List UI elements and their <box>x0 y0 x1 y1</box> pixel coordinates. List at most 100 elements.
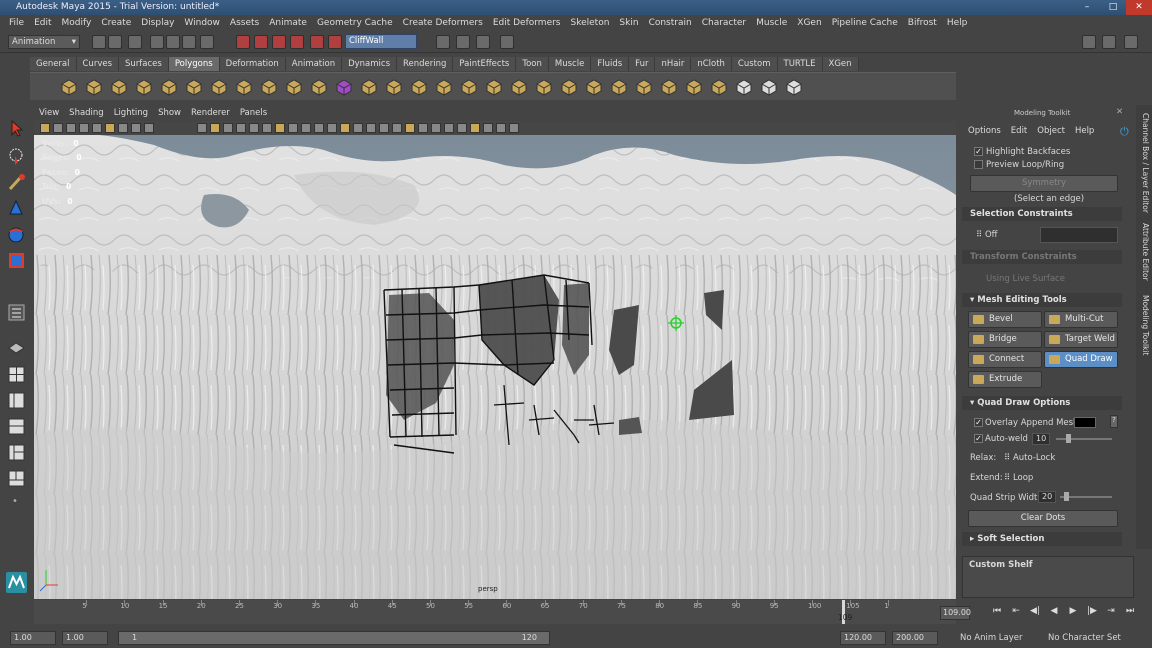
shelf-tool-icon[interactable] <box>760 78 778 96</box>
quad-draw-options-header[interactable]: ▾ Quad Draw Options <box>962 396 1122 410</box>
overlay-append-checkbox[interactable]: ✓ <box>974 418 983 427</box>
viewport-tool-icon[interactable] <box>105 123 115 133</box>
panel-toggle-icon[interactable] <box>1102 35 1116 49</box>
strip-width-slider-handle[interactable] <box>1064 492 1069 501</box>
shelf-tool-icon[interactable] <box>735 78 753 96</box>
multi-cut-button[interactable]: Multi-Cut <box>1044 311 1118 328</box>
viewport-menu-view[interactable]: View <box>34 108 64 118</box>
viewport-tool-icon[interactable] <box>340 123 350 133</box>
connect-button[interactable]: Connect <box>968 351 1042 368</box>
menu-create[interactable]: Create <box>96 18 136 28</box>
status-tool-icon[interactable] <box>272 35 286 49</box>
viewport-tool-icon[interactable] <box>470 123 480 133</box>
shelf-tool-icon[interactable] <box>60 78 78 96</box>
viewport-tool-icon[interactable] <box>210 123 220 133</box>
bevel-button[interactable]: Bevel <box>968 311 1042 328</box>
status-tool-icon[interactable] <box>254 35 268 49</box>
bridge-button[interactable]: Bridge <box>968 331 1042 348</box>
menu-muscle[interactable]: Muscle <box>751 18 792 28</box>
auto-weld-checkbox[interactable]: ✓ <box>974 434 983 443</box>
menu-xgen[interactable]: XGen <box>792 18 826 28</box>
menu-bifrost[interactable]: Bifrost <box>903 18 942 28</box>
status-tool-icon[interactable] <box>310 35 324 49</box>
tab-polygons[interactable]: Polygons <box>168 57 220 71</box>
shelf-tool-icon[interactable] <box>260 78 278 96</box>
toolkit-menu-object[interactable]: Object <box>1037 126 1065 136</box>
shelf-tool-icon[interactable] <box>560 78 578 96</box>
maya-logo-icon[interactable] <box>6 572 27 593</box>
viewport-tool-icon[interactable] <box>144 123 154 133</box>
shelf-tool-icon[interactable] <box>510 78 528 96</box>
viewport-tool-icon[interactable] <box>418 123 428 133</box>
constraint-radio[interactable]: ⠿ Off <box>976 230 997 240</box>
viewport-menu-renderer[interactable]: Renderer <box>186 108 235 118</box>
side-tab[interactable]: Attribute Editor <box>1138 223 1150 281</box>
overlay-color-swatch[interactable] <box>1074 417 1096 428</box>
toolkit-menu-edit[interactable]: Edit <box>1011 126 1027 136</box>
viewport-menu-panels[interactable]: Panels <box>235 108 272 118</box>
menu-skeleton[interactable]: Skeleton <box>566 18 615 28</box>
character-set-selector[interactable]: No Character Set <box>1048 633 1121 643</box>
target-weld-button[interactable]: Target Weld <box>1044 331 1118 348</box>
auto-weld-slider[interactable] <box>1056 438 1112 440</box>
tab-curves[interactable]: Curves <box>76 57 120 71</box>
power-icon[interactable]: ⏻ <box>1120 125 1129 139</box>
playback-button-icon[interactable]: ⏮ <box>990 606 1004 620</box>
panel-toggle-icon[interactable] <box>1124 35 1138 49</box>
playback-button-icon[interactable]: ⇥ <box>1104 606 1118 620</box>
shelf-tool-icon[interactable] <box>610 78 628 96</box>
status-tool-icon[interactable] <box>500 35 514 49</box>
playback-end-field[interactable]: 120.00 <box>840 631 886 645</box>
object-name-field[interactable]: CliffWall <box>345 34 417 49</box>
playback-button-icon[interactable]: ⏭ <box>1123 606 1137 620</box>
viewport-menu-shading[interactable]: Shading <box>64 108 109 118</box>
preview-loop-checkbox[interactable] <box>974 160 983 169</box>
menu-edit[interactable]: Edit <box>29 18 56 28</box>
auto-weld-slider-handle[interactable] <box>1066 434 1071 443</box>
time-slider[interactable]: 5 10 15 20 25 30 35 40 45 50 55 60 65 70 75 80 85 90 95 100… <box>34 600 956 624</box>
tab-xgen[interactable]: XGen <box>822 57 859 71</box>
menu-create-deformers[interactable]: Create Deformers <box>398 18 488 28</box>
constraint-field[interactable] <box>1040 227 1118 243</box>
status-tool-icon[interactable] <box>456 35 470 49</box>
outliner-layout-icon[interactable] <box>6 390 27 411</box>
menu-help[interactable]: Help <box>942 18 973 28</box>
shelf-tool-icon[interactable] <box>310 78 328 96</box>
menu-edit-deformers[interactable]: Edit Deformers <box>488 18 566 28</box>
graph-layout-icon[interactable] <box>6 416 27 437</box>
panel-toggle-icon[interactable] <box>1082 35 1096 49</box>
transform-constraints-header[interactable]: Transform Constraints <box>962 250 1122 264</box>
viewport-tool-icon[interactable] <box>405 123 415 133</box>
tab-toon[interactable]: Toon <box>516 57 549 71</box>
tab-fluids[interactable]: Fluids <box>591 57 630 71</box>
shelf-tool-icon[interactable] <box>285 78 303 96</box>
shelf-tool-icon[interactable] <box>410 78 428 96</box>
viewport-tool-icon[interactable] <box>431 123 441 133</box>
menu-modify[interactable]: Modify <box>57 18 97 28</box>
tab-muscle[interactable]: Muscle <box>548 57 592 71</box>
shelf-tool-icon[interactable] <box>210 78 228 96</box>
strip-width-field[interactable]: 20 <box>1038 491 1056 503</box>
menu-character[interactable]: Character <box>697 18 751 28</box>
viewport-menu-lighting[interactable]: Lighting <box>109 108 153 118</box>
extend-option[interactable]: ⠿ Loop <box>1004 473 1033 483</box>
tab-dynamics[interactable]: Dynamics <box>342 57 398 71</box>
playback-button-icon[interactable]: ◀ <box>1047 606 1061 620</box>
shelf-tool-icon[interactable] <box>360 78 378 96</box>
menu-file[interactable]: File <box>4 18 29 28</box>
tab-deformation[interactable]: Deformation <box>219 57 286 71</box>
tab-surfaces[interactable]: Surfaces <box>119 57 169 71</box>
side-tab[interactable]: Channel Box / Layer Editor <box>1138 113 1150 213</box>
shelf-tool-icon[interactable] <box>585 78 603 96</box>
shelf-tool-icon[interactable] <box>110 78 128 96</box>
viewport-menu-show[interactable]: Show <box>153 108 186 118</box>
persp-graph-layout-icon[interactable] <box>6 468 27 489</box>
playback-button-icon[interactable]: ⇤ <box>1009 606 1023 620</box>
single-layout-icon[interactable] <box>6 338 27 359</box>
scale-tool-icon[interactable] <box>6 250 27 271</box>
tab-animation[interactable]: Animation <box>285 57 343 71</box>
tab-ncloth[interactable]: nCloth <box>691 57 732 71</box>
maximize-button[interactable]: □ <box>1100 0 1126 15</box>
tab-rendering[interactable]: Rendering <box>397 57 454 71</box>
menu-assets[interactable]: Assets <box>225 18 264 28</box>
